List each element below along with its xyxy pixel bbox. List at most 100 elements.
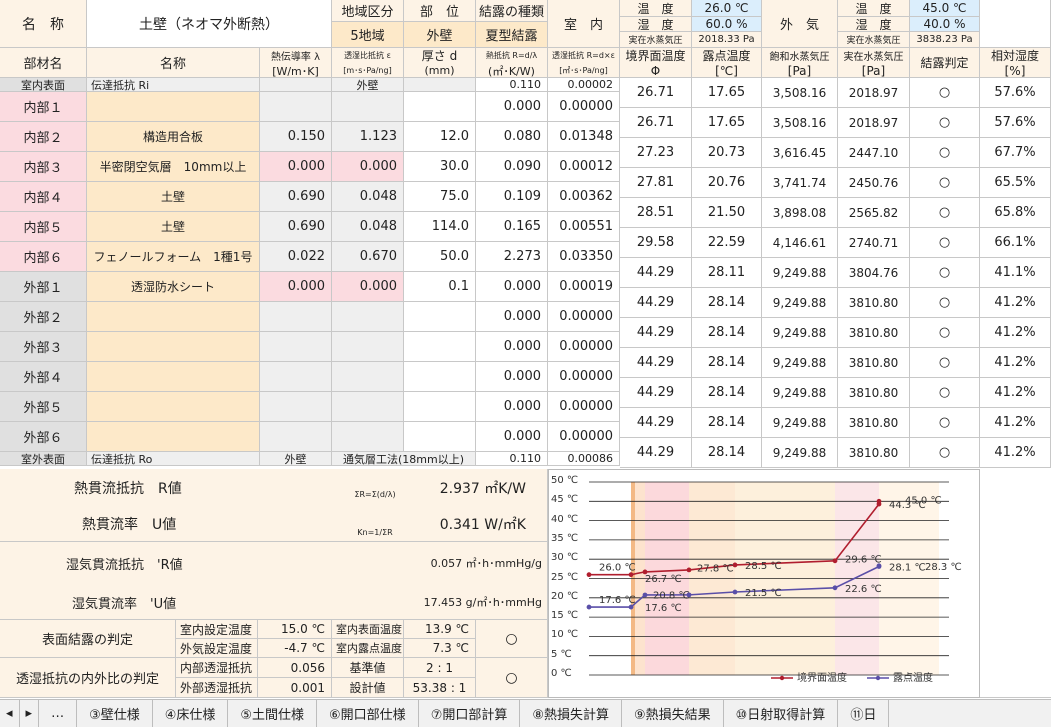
row-7-perm[interactable]: 0.000 [332, 272, 404, 302]
row-11-rv[interactable]: 0.00000 [548, 392, 620, 422]
row-9-r[interactable]: 0.000 [476, 332, 548, 362]
row-3-rv[interactable]: 0.00012 [548, 152, 620, 182]
row-2-thk[interactable]: 12.0 [404, 122, 476, 152]
row-2-rv[interactable]: 0.01348 [548, 122, 620, 152]
row-8-perm[interactable] [332, 302, 404, 332]
row-4-name[interactable]: 土壁 [87, 182, 260, 212]
row-9-lam[interactable] [260, 332, 332, 362]
tab-scroll-right-icon[interactable]: ▸ [20, 700, 40, 727]
row-1-perm[interactable] [332, 92, 404, 122]
row-11-thk[interactable] [404, 392, 476, 422]
row-4-thk[interactable]: 75.0 [404, 182, 476, 212]
tab-slab-spec[interactable]: ⑤土間仕様 [228, 700, 318, 727]
tab-scroll-left-icon[interactable]: ◂ [0, 700, 20, 727]
row-1-lam[interactable] [260, 92, 332, 122]
tab-wall-spec[interactable]: ③壁仕様 [77, 700, 153, 727]
row-5-perm[interactable]: 0.048 [332, 212, 404, 242]
name-value[interactable]: 土壁（ネオマ外断熱） [87, 0, 332, 48]
row-11-perm[interactable] [332, 392, 404, 422]
row-2-perm[interactable]: 1.123 [332, 122, 404, 152]
row-13-r[interactable]: 0.110 [476, 452, 548, 466]
row-0-thk[interactable] [404, 78, 476, 92]
row-0-name[interactable]: 伝達抵抗 Ri [87, 78, 260, 92]
row-4-rv[interactable]: 0.00362 [548, 182, 620, 212]
region-value[interactable]: 5地域 [332, 22, 404, 48]
row-13-rv[interactable]: 0.00086 [548, 452, 620, 466]
row-9-thk[interactable] [404, 332, 476, 362]
row-4-lam[interactable]: 0.690 [260, 182, 332, 212]
row-10-lam[interactable] [260, 362, 332, 392]
row-7-lam[interactable]: 0.000 [260, 272, 332, 302]
row-3-r[interactable]: 0.090 [476, 152, 548, 182]
tab-more[interactable]: … [39, 700, 78, 727]
row-0-perm[interactable]: 外壁 [332, 78, 404, 92]
row-13-name[interactable]: 伝達抵抗 Ro [87, 452, 260, 466]
row-11-name[interactable] [87, 392, 260, 422]
row-8-thk[interactable] [404, 302, 476, 332]
row-7-rv[interactable]: 0.00019 [548, 272, 620, 302]
row-6-r[interactable]: 2.273 [476, 242, 548, 272]
row-5-r[interactable]: 0.165 [476, 212, 548, 242]
row-7-r[interactable]: 0.000 [476, 272, 548, 302]
row-7-thk[interactable]: 0.1 [404, 272, 476, 302]
row-10-thk[interactable] [404, 362, 476, 392]
row-12-thk[interactable] [404, 422, 476, 452]
tab-solar-calc[interactable]: ⑩日射取得計算 [724, 700, 839, 727]
row-2-name[interactable]: 構造用合板 [87, 122, 260, 152]
in-hum-value[interactable]: 60.0 % [692, 17, 762, 32]
row-6-thk[interactable]: 50.0 [404, 242, 476, 272]
row-3-lam[interactable]: 0.000 [260, 152, 332, 182]
out-temp-value[interactable]: 45.0 ℃ [910, 0, 980, 17]
row-9-name[interactable] [87, 332, 260, 362]
row-4-perm[interactable]: 0.048 [332, 182, 404, 212]
row-1-rv[interactable]: 0.00000 [548, 92, 620, 122]
tab-floor-spec[interactable]: ④床仕様 [153, 700, 229, 727]
row-4-r[interactable]: 0.109 [476, 182, 548, 212]
row-12-r[interactable]: 0.000 [476, 422, 548, 452]
row-5-lam[interactable]: 0.690 [260, 212, 332, 242]
row-8-name[interactable] [87, 302, 260, 332]
row-0-lam[interactable] [260, 78, 332, 92]
row-3-thk[interactable]: 30.0 [404, 152, 476, 182]
tab-heatloss-result[interactable]: ⑨熱損失結果 [622, 700, 724, 727]
tab-next[interactable]: ⑪日 [838, 700, 890, 727]
row-5-name[interactable]: 土壁 [87, 212, 260, 242]
row-0-rv[interactable]: 0.00002 [548, 78, 620, 92]
row-10-r[interactable]: 0.000 [476, 362, 548, 392]
row-0-r[interactable]: 0.110 [476, 78, 548, 92]
row-11-lam[interactable] [260, 392, 332, 422]
row-8-r[interactable]: 0.000 [476, 302, 548, 332]
cond-value[interactable]: 夏型結露 [476, 22, 548, 48]
row-8-rv[interactable]: 0.00000 [548, 302, 620, 332]
row-1-name[interactable] [87, 92, 260, 122]
row-2-r[interactable]: 0.080 [476, 122, 548, 152]
part-value[interactable]: 外壁 [404, 22, 476, 48]
row-2-lam[interactable]: 0.150 [260, 122, 332, 152]
row-10-name[interactable] [87, 362, 260, 392]
row-11-r[interactable]: 0.000 [476, 392, 548, 422]
row-12-lam[interactable] [260, 422, 332, 452]
tab-heatloss-calc[interactable]: ⑧熱損失計算 [520, 700, 622, 727]
row-3-name[interactable]: 半密閉空気層 10mm以上 [87, 152, 260, 182]
row-6-rv[interactable]: 0.03350 [548, 242, 620, 272]
row-3-perm[interactable]: 0.000 [332, 152, 404, 182]
row-6-name[interactable]: フェノールフォーム 1種1号 [87, 242, 260, 272]
row-9-rv[interactable]: 0.00000 [548, 332, 620, 362]
row-12-rv[interactable]: 0.00000 [548, 422, 620, 452]
row-12-perm[interactable] [332, 422, 404, 452]
in-temp-value[interactable]: 26.0 ℃ [692, 0, 762, 17]
out-hum-value[interactable]: 40.0 % [910, 17, 980, 32]
row-1-r[interactable]: 0.000 [476, 92, 548, 122]
row-5-rv[interactable]: 0.00551 [548, 212, 620, 242]
row-8-lam[interactable] [260, 302, 332, 332]
row-10-perm[interactable] [332, 362, 404, 392]
row-1-thk[interactable] [404, 92, 476, 122]
row-6-perm[interactable]: 0.670 [332, 242, 404, 272]
row-12-name[interactable] [87, 422, 260, 452]
temperature-chart[interactable]: 0 ℃ 5 ℃ 10 ℃ 15 ℃ 20 ℃ 25 ℃ 30 ℃ 35 ℃ 40 ℃ 45 ℃ 50… [548, 469, 980, 698]
row-7-name[interactable]: 透湿防水シート [87, 272, 260, 302]
row-10-rv[interactable]: 0.00000 [548, 362, 620, 392]
row-13-perm[interactable]: 通気層工法(18mm以上) [332, 452, 476, 466]
tab-opening-spec[interactable]: ⑥開口部仕様 [317, 700, 419, 727]
tab-opening-calc[interactable]: ⑦開口部計算 [419, 700, 521, 727]
